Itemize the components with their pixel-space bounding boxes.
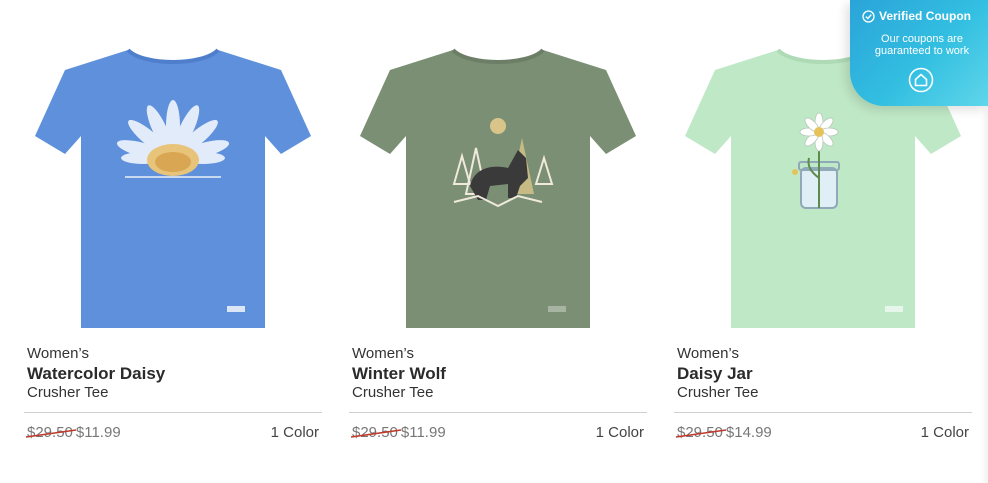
original-price: $29.50 <box>675 424 727 441</box>
product-image[interactable] <box>349 8 647 338</box>
page-edge-shadow <box>980 106 988 483</box>
sale-price: $11.99 <box>75 424 121 441</box>
product-grid: Women’s Watercolor Daisy Crusher Tee $29… <box>0 0 988 483</box>
color-count[interactable]: 1 Color <box>921 424 969 441</box>
strikethrough-line <box>675 429 727 438</box>
tshirt-image <box>35 48 311 328</box>
verified-coupon-badge[interactable]: Verified Coupon Our coupons are guarante… <box>850 0 988 106</box>
shirt-tag <box>885 306 903 312</box>
original-price: $29.50 <box>350 424 402 441</box>
strikethrough-line <box>25 429 77 438</box>
coupon-title: Verified Coupon <box>879 9 972 23</box>
product-category: Women’s <box>352 345 414 362</box>
strikethrough-line <box>350 429 402 438</box>
price-row: $29.50 $11.99 1 Color <box>350 424 644 441</box>
tshirt-image <box>360 48 636 328</box>
divider <box>349 412 647 413</box>
product-image[interactable] <box>24 8 322 338</box>
shirt-tag <box>548 306 566 312</box>
shirt-tag <box>227 306 245 312</box>
product-name[interactable]: Daisy Jar <box>677 364 753 384</box>
price-row: $29.50 $14.99 1 Color <box>675 424 969 441</box>
product-style: Crusher Tee <box>677 384 759 401</box>
price-row: $29.50 $11.99 1 Color <box>25 424 319 441</box>
divider <box>24 412 322 413</box>
home-icon[interactable] <box>908 67 934 93</box>
divider <box>674 412 972 413</box>
product-style: Crusher Tee <box>352 384 434 401</box>
check-circle-icon <box>862 9 875 23</box>
original-price: $29.50 <box>25 424 77 441</box>
sale-price: $14.99 <box>725 424 772 441</box>
coupon-title-row: Verified Coupon <box>862 9 988 23</box>
color-count[interactable]: 1 Color <box>596 424 644 441</box>
product-style: Crusher Tee <box>27 384 109 401</box>
color-count[interactable]: 1 Color <box>271 424 319 441</box>
product-category: Women’s <box>677 345 739 362</box>
product-card-watercolor-daisy[interactable]: Women’s Watercolor Daisy Crusher Tee $29… <box>24 0 322 483</box>
product-name[interactable]: Watercolor Daisy <box>27 364 165 384</box>
product-name[interactable]: Winter Wolf <box>352 364 446 384</box>
coupon-subtitle: Our coupons are guaranteed to work <box>874 33 970 57</box>
sale-price: $11.99 <box>400 424 446 441</box>
product-card-winter-wolf[interactable]: Women’s Winter Wolf Crusher Tee $29.50 $… <box>349 0 647 483</box>
product-category: Women’s <box>27 345 89 362</box>
